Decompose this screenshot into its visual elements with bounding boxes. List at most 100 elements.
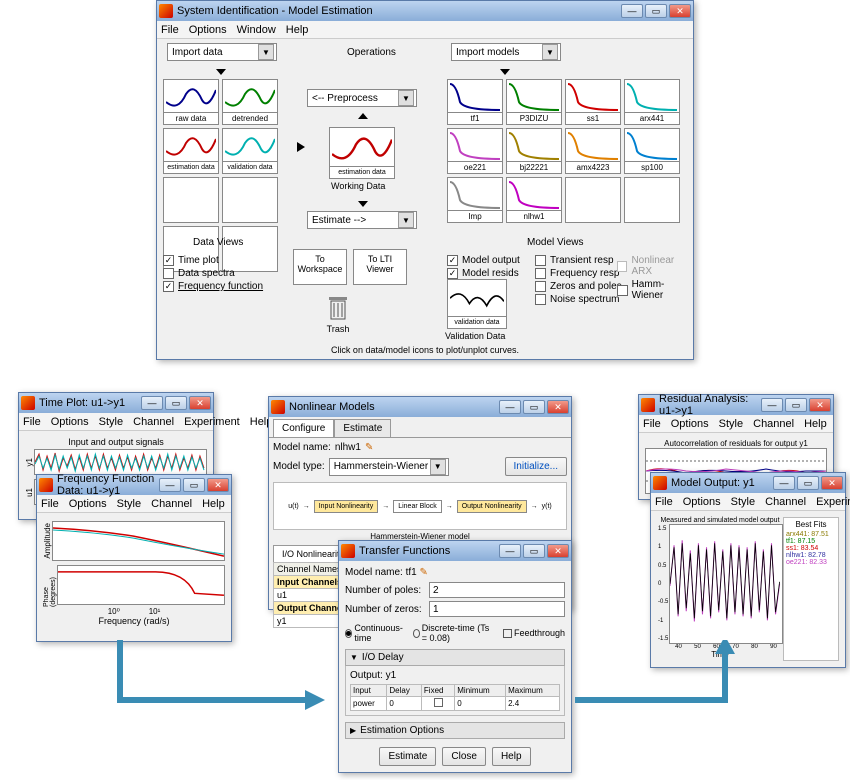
menu-item[interactable]: File (655, 496, 673, 508)
menu-item[interactable]: Style (731, 496, 755, 508)
block-linear[interactable]: Linear Block (393, 500, 442, 513)
fit-entry[interactable]: oe221: 82.33 (786, 559, 836, 566)
menu-item[interactable]: File (23, 416, 41, 428)
menu-item[interactable]: Help (202, 498, 225, 510)
io-delay-section[interactable]: ▼I/O Delay (345, 649, 565, 666)
model-thumb-imp[interactable]: Imp (447, 177, 503, 223)
check-data-spectra[interactable]: Data spectra (163, 268, 263, 279)
model-thumb-tf1[interactable]: tf1 (447, 79, 503, 125)
block-input-nl[interactable]: Input Nonlinearity (314, 500, 378, 513)
check-model-output[interactable]: ✓Model output (447, 255, 520, 266)
model-thumb-nlhw1[interactable]: nlhw1 (506, 177, 562, 223)
to-lti-viewer-button[interactable]: To LTI Viewer (353, 249, 407, 285)
check-noise-spectrum[interactable]: Noise spectrum (535, 294, 622, 305)
minimize-button[interactable]: — (773, 476, 795, 490)
menu-item[interactable]: Options (69, 498, 107, 510)
estimate-combo[interactable]: Estimate --> (307, 211, 417, 229)
menu-item[interactable]: Experiment (816, 496, 850, 508)
model-thumb-p3dizu[interactable]: P3DIZU (506, 79, 562, 125)
table-cell[interactable]: 2.4 (506, 697, 560, 711)
import-models-combo[interactable]: Import models (451, 43, 561, 61)
menu-item[interactable]: File (41, 498, 59, 510)
model-thumb-oe221[interactable]: oe221 (447, 128, 503, 174)
close-button[interactable]: ✕ (189, 396, 211, 410)
menu-item[interactable]: Style (719, 418, 743, 430)
menu-item[interactable]: Options (671, 418, 709, 430)
maximize-button[interactable]: ▭ (165, 396, 187, 410)
to-workspace-button[interactable]: To Workspace (293, 249, 347, 285)
menu-item[interactable]: Channel (753, 418, 794, 430)
minimize-button[interactable]: — (141, 396, 163, 410)
table-cell[interactable]: power (351, 697, 387, 711)
table-cell[interactable] (421, 697, 454, 711)
model-thumb-bj22221[interactable]: bj22221 (506, 128, 562, 174)
menu-item[interactable]: Help (804, 418, 827, 430)
poles-input[interactable]: 2 (429, 582, 565, 598)
menu-options[interactable]: Options (189, 24, 227, 36)
est-options-section[interactable]: ▶Estimation Options (345, 722, 565, 739)
menu-help[interactable]: Help (286, 24, 309, 36)
fit-entry[interactable]: tf1: 87.15 (786, 538, 836, 545)
model-thumb-arx441[interactable]: arx441 (624, 79, 680, 125)
data-thumb-empty[interactable] (163, 177, 219, 223)
data-thumb-raw[interactable]: raw data (163, 79, 219, 125)
close-button[interactable]: ✕ (809, 398, 831, 412)
menu-item[interactable]: Channel (133, 416, 174, 428)
validation-data-thumb[interactable]: validation data (447, 279, 507, 329)
check-zeros-poles[interactable]: Zeros and poles (535, 281, 622, 292)
menu-item[interactable]: Channel (151, 498, 192, 510)
menu-item[interactable]: Channel (765, 496, 806, 508)
trash-icon[interactable]: Trash (323, 295, 353, 334)
minimize-button[interactable]: — (761, 398, 783, 412)
menu-window[interactable]: Window (237, 24, 276, 36)
radio-continuous[interactable]: Continuous-time (345, 623, 405, 643)
close-button[interactable]: ✕ (547, 544, 569, 558)
model-thumb-sp100[interactable]: sp100 (624, 128, 680, 174)
tab-configure[interactable]: Configure (273, 419, 334, 437)
menu-item[interactable]: Experiment (184, 416, 240, 428)
close-button[interactable]: ✕ (821, 476, 843, 490)
maximize-button[interactable]: ▭ (785, 398, 807, 412)
check-freq-resp[interactable]: Frequency resp (535, 268, 622, 279)
block-output-nl[interactable]: Output Nonlinearity (457, 500, 527, 513)
data-thumb-estimation[interactable]: estimation data (163, 128, 219, 174)
zeros-input[interactable]: 1 (429, 601, 565, 617)
minimize-button[interactable]: — (159, 478, 181, 492)
model-thumb-empty[interactable] (624, 177, 680, 223)
data-thumb-empty[interactable] (222, 177, 278, 223)
model-thumb-ss1[interactable]: ss1 (565, 79, 621, 125)
table-cell[interactable]: 0 (455, 697, 506, 711)
menu-item[interactable]: Style (117, 498, 141, 510)
maximize-button[interactable]: ▭ (523, 544, 545, 558)
maximize-button[interactable]: ▭ (183, 478, 205, 492)
close-button[interactable]: ✕ (669, 4, 691, 18)
close-button[interactable]: Close (442, 747, 486, 766)
edit-icon[interactable]: ✎ (365, 442, 373, 453)
edit-icon[interactable]: ✎ (420, 567, 428, 578)
table-cell[interactable]: 0 (387, 697, 422, 711)
minimize-button[interactable]: — (499, 544, 521, 558)
check-time-plot[interactable]: ✓Time plot (163, 255, 263, 266)
model-type-combo[interactable]: Hammerstein-Wiener (329, 458, 449, 476)
minimize-button[interactable]: — (499, 400, 521, 414)
menu-item[interactable]: Style (99, 416, 123, 428)
minimize-button[interactable]: — (621, 4, 643, 18)
maximize-button[interactable]: ▭ (645, 4, 667, 18)
working-data-thumb[interactable]: estimation data (329, 127, 395, 179)
menu-file[interactable]: File (161, 24, 179, 36)
model-thumb-amx4223[interactable]: amx4223 (565, 128, 621, 174)
data-thumb-validation[interactable]: validation data (222, 128, 278, 174)
maximize-button[interactable]: ▭ (797, 476, 819, 490)
initialize-button[interactable]: Initialize... (505, 457, 567, 476)
menu-item[interactable]: File (643, 418, 661, 430)
tab-estimate[interactable]: Estimate (334, 419, 391, 437)
fit-entry[interactable]: nlhw1: 82.78 (786, 552, 836, 559)
radio-discrete[interactable]: Discrete-time (Ts = 0.08) (413, 623, 495, 643)
close-button[interactable]: ✕ (547, 400, 569, 414)
check-feedthrough[interactable]: Feedthrough (503, 623, 565, 643)
menu-item[interactable]: Options (683, 496, 721, 508)
check-freq-func[interactable]: ✓Frequency function (163, 281, 263, 292)
maximize-button[interactable]: ▭ (523, 400, 545, 414)
preprocess-combo[interactable]: <-- Preprocess (307, 89, 417, 107)
check-hamm-wiener[interactable]: Hamm-Wiener (617, 279, 693, 301)
